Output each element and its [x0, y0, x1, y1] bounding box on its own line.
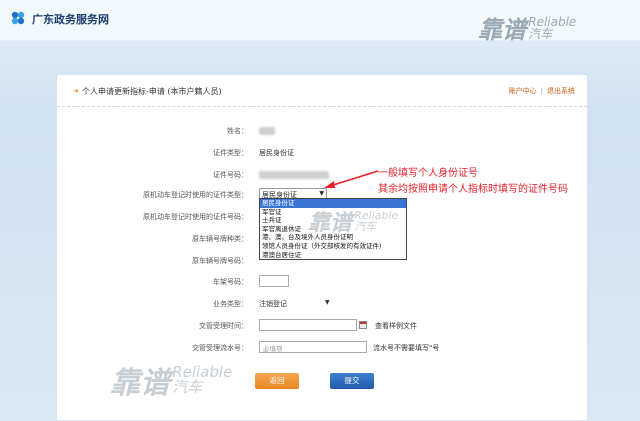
row-name: 姓名： — [57, 123, 587, 139]
watermark-en: Reliable — [528, 14, 577, 29]
link-separator: | — [540, 87, 543, 95]
orig-id-number-label: 原机动车登记时使用的证件号码： — [143, 213, 248, 221]
business-type-selected: 注销登记 — [259, 300, 287, 308]
row-accept-time: 交管受理时间： 查看样例文件 — [57, 318, 587, 334]
watermark-bottom: 靠谱 Reliable 汽车 — [110, 358, 232, 402]
chevron-down-icon: ▼ — [325, 299, 330, 306]
row-serial: 交管受理流水号： 必填项 流水号不需要填写"号 — [57, 340, 587, 356]
vin-label: 车架号码： — [213, 278, 248, 286]
annotation-arrow-icon — [324, 170, 379, 188]
orig-id-type-label: 原机动车登记时使用的证件类型： — [143, 191, 248, 199]
watermark-zh: 靠谱 — [308, 211, 353, 236]
id-number-label: 证件号码： — [213, 171, 248, 179]
row-id-type: 证件类型： 居民身份证 — [57, 145, 587, 161]
plate-number-label: 原车辆号牌号码： — [192, 257, 248, 265]
site-logo-icon — [11, 11, 25, 25]
chevron-down-icon: ▼ — [319, 190, 324, 197]
site-title[interactable]: 广东政务服务网 — [32, 11, 109, 27]
serial-label: 交管受理流水号： — [192, 344, 248, 352]
name-label: 姓名： — [227, 127, 248, 135]
row-business-type: 业务类型： 注销登记 ▼ — [57, 296, 587, 312]
id-number-value-redacted — [259, 171, 329, 179]
user-center-link[interactable]: 账户中心 — [509, 87, 537, 95]
serial-placeholder: 必填项 — [263, 345, 283, 353]
calendar-icon[interactable] — [359, 321, 367, 329]
annotation-line-1: 一般填写个人身份证号 — [378, 168, 478, 179]
arrow-right-icon: ➜ — [73, 87, 79, 95]
watermark-zh: 靠谱 — [478, 16, 526, 44]
plate-type-label: 原车辆号牌种类： — [192, 235, 248, 243]
business-type-label: 业务类型： — [213, 300, 248, 308]
accept-time-label: 交管受理时间： — [199, 322, 248, 330]
watermark-top: 靠谱 Reliable 汽车 — [478, 10, 576, 45]
vin-input[interactable] — [259, 275, 289, 287]
dropdown-option[interactable]: 领馆人员身份证（外交部核发的有效证件） — [260, 242, 406, 251]
watermark-car: 汽车 — [172, 378, 203, 396]
panel-title: 个人申请更新指标-申请 (本市户籍人员) — [82, 87, 222, 96]
id-type-label: 证件类型： — [213, 149, 248, 157]
watermark-zh: 靠谱 — [110, 366, 170, 401]
back-button[interactable]: 返回 — [255, 373, 299, 389]
watermark-middle: 靠谱 Reliable 汽车 — [308, 205, 398, 237]
logout-link[interactable]: 退出系统 — [547, 87, 575, 95]
header-links: 账户中心 | 退出系统 — [509, 86, 575, 96]
dropdown-option[interactable]: 港澳台居住证 — [260, 251, 406, 260]
row-vin: 车架号码： — [57, 274, 587, 290]
submit-button[interactable]: 提交 — [330, 373, 374, 389]
watermark-car: 汽车 — [528, 26, 553, 41]
name-value-redacted — [259, 127, 275, 135]
watermark-car: 汽车 — [354, 220, 377, 233]
business-type-select[interactable]: 注销登记 ▼ — [259, 299, 331, 309]
serial-input[interactable]: 必填项 — [259, 341, 367, 353]
id-type-value: 居民身份证 — [259, 149, 294, 157]
panel-header: ➜ 个人申请更新指标-申请 (本市户籍人员) 账户中心 | 退出系统 — [57, 75, 587, 107]
accept-time-input[interactable] — [259, 319, 357, 331]
annotation-line-2: 其余均按照申请个人指标时填写的证件号码 — [378, 184, 568, 195]
serial-note: 流水号不需要填写"号 — [373, 344, 440, 352]
sample-file-link[interactable]: 查看样例文件 — [375, 321, 417, 331]
